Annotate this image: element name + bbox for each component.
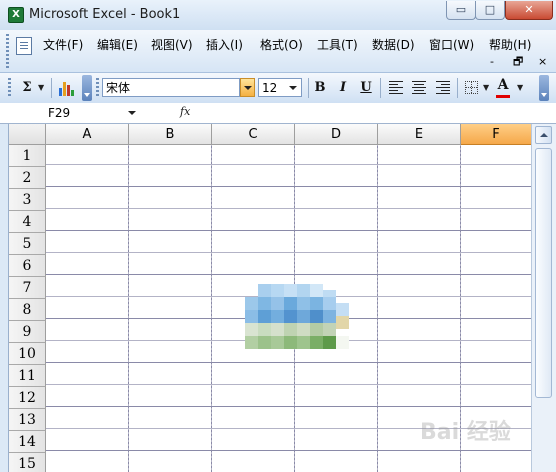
formatting-toolbar: Σ ▼ 宋体 12 B I U ▼ A ▼ xyxy=(0,73,556,104)
menu-bar: 文件(F) 编辑(E) 视图(V) 插入(I) 格式(O) 工具(T) 数据(D… xyxy=(0,30,556,73)
formula-input[interactable] xyxy=(196,104,556,122)
row-header-3[interactable]: 3 xyxy=(9,189,46,211)
watermark-text: Bai 经验 xyxy=(420,420,511,445)
italic-button[interactable]: I xyxy=(336,78,350,98)
column-header-f[interactable]: F xyxy=(461,124,532,145)
row-header-13[interactable]: 13 xyxy=(9,409,46,431)
formula-bar: F29 fx xyxy=(0,103,556,124)
autosum-button[interactable]: Σ xyxy=(18,78,36,98)
document-icon[interactable] xyxy=(16,37,32,55)
borders-dropdown-icon[interactable]: ▼ xyxy=(483,78,489,98)
toolbar-grip-handle[interactable] xyxy=(8,78,11,98)
doc-minimize-button[interactable]: - xyxy=(490,55,494,69)
column-header-c[interactable]: C xyxy=(212,124,295,145)
row-header-15[interactable]: 15 xyxy=(9,453,46,472)
row-header-14[interactable]: 14 xyxy=(9,431,46,453)
select-all-corner[interactable] xyxy=(9,124,46,145)
name-box-dropdown-icon[interactable] xyxy=(128,111,136,115)
insert-function-icon[interactable]: fx xyxy=(180,104,190,120)
underline-button[interactable]: U xyxy=(359,78,373,98)
minimize-button[interactable]: ▭ xyxy=(446,1,476,20)
autosum-dropdown-icon[interactable]: ▼ xyxy=(38,78,44,98)
borders-icon[interactable] xyxy=(465,81,478,94)
font-color-icon[interactable]: A xyxy=(495,77,511,99)
toolbar-separator xyxy=(457,78,458,98)
column-header-d[interactable]: D xyxy=(295,124,378,145)
toolbar-options-chevron-icon[interactable] xyxy=(82,75,92,101)
window-title: Microsoft Excel - Book1 xyxy=(29,7,181,22)
row-header-6[interactable]: 6 xyxy=(9,255,46,277)
toolbar-separator xyxy=(51,78,52,98)
menu-window[interactable]: 窗口(W) xyxy=(429,36,474,54)
scroll-up-arrow-icon[interactable] xyxy=(535,126,552,144)
align-left-icon[interactable] xyxy=(389,81,403,94)
excel-window: X Microsoft Excel - Book1 ▭ □ ✕ 文件(F) 编辑… xyxy=(0,0,556,472)
font-name-input[interactable]: 宋体 xyxy=(102,78,240,97)
align-center-icon[interactable] xyxy=(412,81,426,94)
toolbar-separator xyxy=(308,78,309,98)
row-header-2[interactable]: 2 xyxy=(9,167,46,189)
row-header-5[interactable]: 5 xyxy=(9,233,46,255)
menu-data[interactable]: 数据(D) xyxy=(372,36,415,54)
row-header-1[interactable]: 1 xyxy=(9,145,46,167)
menu-file[interactable]: 文件(F) xyxy=(43,36,83,54)
font-size-input[interactable]: 12 xyxy=(258,78,302,97)
doc-restore-button[interactable]: 🗗 xyxy=(513,55,523,69)
maximize-button[interactable]: □ xyxy=(475,1,505,20)
pixelated-image xyxy=(245,284,349,360)
row-header-4[interactable]: 4 xyxy=(9,211,46,233)
toolbar-grip-handle-2[interactable] xyxy=(96,78,99,98)
menu-edit[interactable]: 编辑(E) xyxy=(97,36,138,54)
bold-button[interactable]: B xyxy=(313,78,327,98)
menu-format[interactable]: 格式(O) xyxy=(260,36,303,54)
vertical-scrollbar[interactable] xyxy=(531,124,556,472)
row-header-10[interactable]: 10 xyxy=(9,343,46,365)
column-header-e[interactable]: E xyxy=(378,124,461,145)
title-bar: X Microsoft Excel - Book1 ▭ □ ✕ xyxy=(0,0,556,30)
toolbar-separator xyxy=(380,78,381,98)
row-header-8[interactable]: 8 xyxy=(9,299,46,321)
menu-grip-handle[interactable] xyxy=(6,34,9,68)
row-header-7[interactable]: 7 xyxy=(9,277,46,299)
menu-tools[interactable]: 工具(T) xyxy=(317,36,358,54)
column-header-a[interactable]: A xyxy=(46,124,129,145)
chart-wizard-icon[interactable] xyxy=(58,80,74,96)
align-right-icon[interactable] xyxy=(436,81,450,94)
menu-help[interactable]: 帮助(H) xyxy=(489,36,531,54)
name-box[interactable]: F29 xyxy=(8,104,141,122)
excel-app-icon[interactable]: X xyxy=(8,7,24,23)
row-header-9[interactable]: 9 xyxy=(9,321,46,343)
close-button[interactable]: ✕ xyxy=(505,1,553,20)
menu-view[interactable]: 视图(V) xyxy=(151,36,193,54)
row-header-11[interactable]: 11 xyxy=(9,365,46,387)
column-header-b[interactable]: B xyxy=(129,124,212,145)
font-name-dropdown-icon[interactable] xyxy=(240,78,255,97)
doc-close-button[interactable]: × xyxy=(538,55,547,69)
scroll-thumb[interactable] xyxy=(535,148,552,398)
name-box-value: F29 xyxy=(48,106,71,120)
toolbar-options-chevron-icon-2[interactable] xyxy=(539,75,549,101)
row-header-12[interactable]: 12 xyxy=(9,387,46,409)
menu-insert[interactable]: 插入(I) xyxy=(206,36,243,54)
font-color-dropdown-icon[interactable]: ▼ xyxy=(517,78,523,98)
